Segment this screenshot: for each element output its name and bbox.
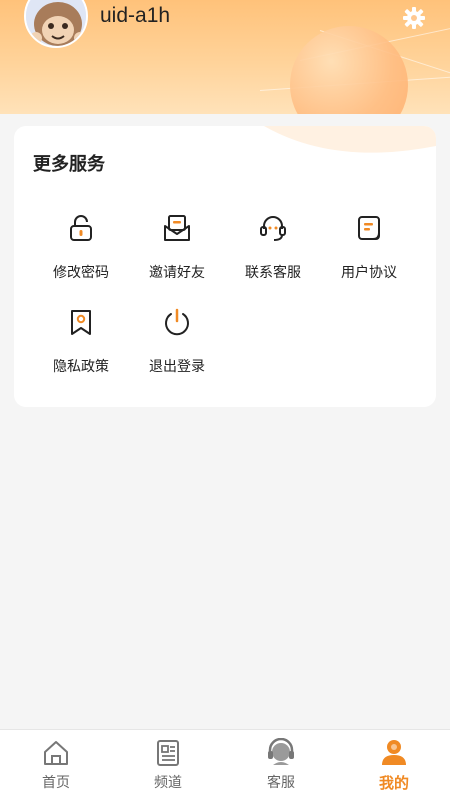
tab-label: 首页 [42, 775, 70, 791]
service-change-password[interactable]: 修改密码 [33, 214, 129, 294]
home-icon [44, 741, 68, 765]
gear-icon [403, 7, 425, 29]
agreement-doc-icon [358, 216, 380, 240]
lock-icon [70, 215, 92, 241]
channel-icon [157, 740, 179, 766]
profile-page: uid-a1h 更多服务 修改密码 邀请好友 联系客服 用户协议 隐私政策 退出… [0, 0, 450, 800]
profile-header: uid-a1h [0, 0, 450, 114]
service-user-agreement[interactable]: 用户协议 [321, 214, 417, 294]
user-icon [382, 740, 406, 765]
power-icon [165, 308, 189, 336]
tab-channel[interactable]: 频道 [112, 730, 224, 800]
service-label: 隐私政策 [53, 359, 109, 375]
service-contact-support[interactable]: 联系客服 [225, 214, 321, 294]
service-label: 修改密码 [53, 265, 109, 281]
service-logout[interactable]: 退出登录 [129, 308, 225, 388]
username: uid-a1h [100, 4, 171, 27]
headset-icon [260, 216, 286, 241]
tab-label: 频道 [154, 775, 182, 791]
invite-mail-icon [164, 215, 190, 241]
service-label: 联系客服 [245, 265, 301, 281]
customer-service-icon [268, 738, 294, 765]
section-title: 更多服务 [33, 154, 105, 175]
service-label: 邀请好友 [149, 265, 205, 281]
tab-customer-service[interactable]: 客服 [225, 730, 337, 800]
avatar[interactable] [24, 0, 88, 48]
tab-label: 我的 [378, 774, 409, 792]
header-decoration [290, 26, 408, 114]
tab-home[interactable]: 首页 [0, 730, 112, 800]
service-label: 退出登录 [149, 359, 205, 375]
bottom-tab-bar: 首页 频道 客服 我的 [0, 729, 450, 800]
more-services-card: 更多服务 修改密码 邀请好友 联系客服 用户协议 隐私政策 退出登录 [14, 126, 436, 407]
service-invite-friends[interactable]: 邀请好友 [129, 214, 225, 294]
service-privacy-policy[interactable]: 隐私政策 [33, 308, 129, 388]
monkey-avatar-icon [26, 0, 86, 46]
settings-button[interactable] [402, 6, 426, 30]
tab-mine[interactable]: 我的 [338, 730, 450, 800]
bookmark-icon [71, 310, 91, 335]
service-label: 用户协议 [341, 265, 397, 281]
tab-label: 客服 [267, 775, 295, 791]
